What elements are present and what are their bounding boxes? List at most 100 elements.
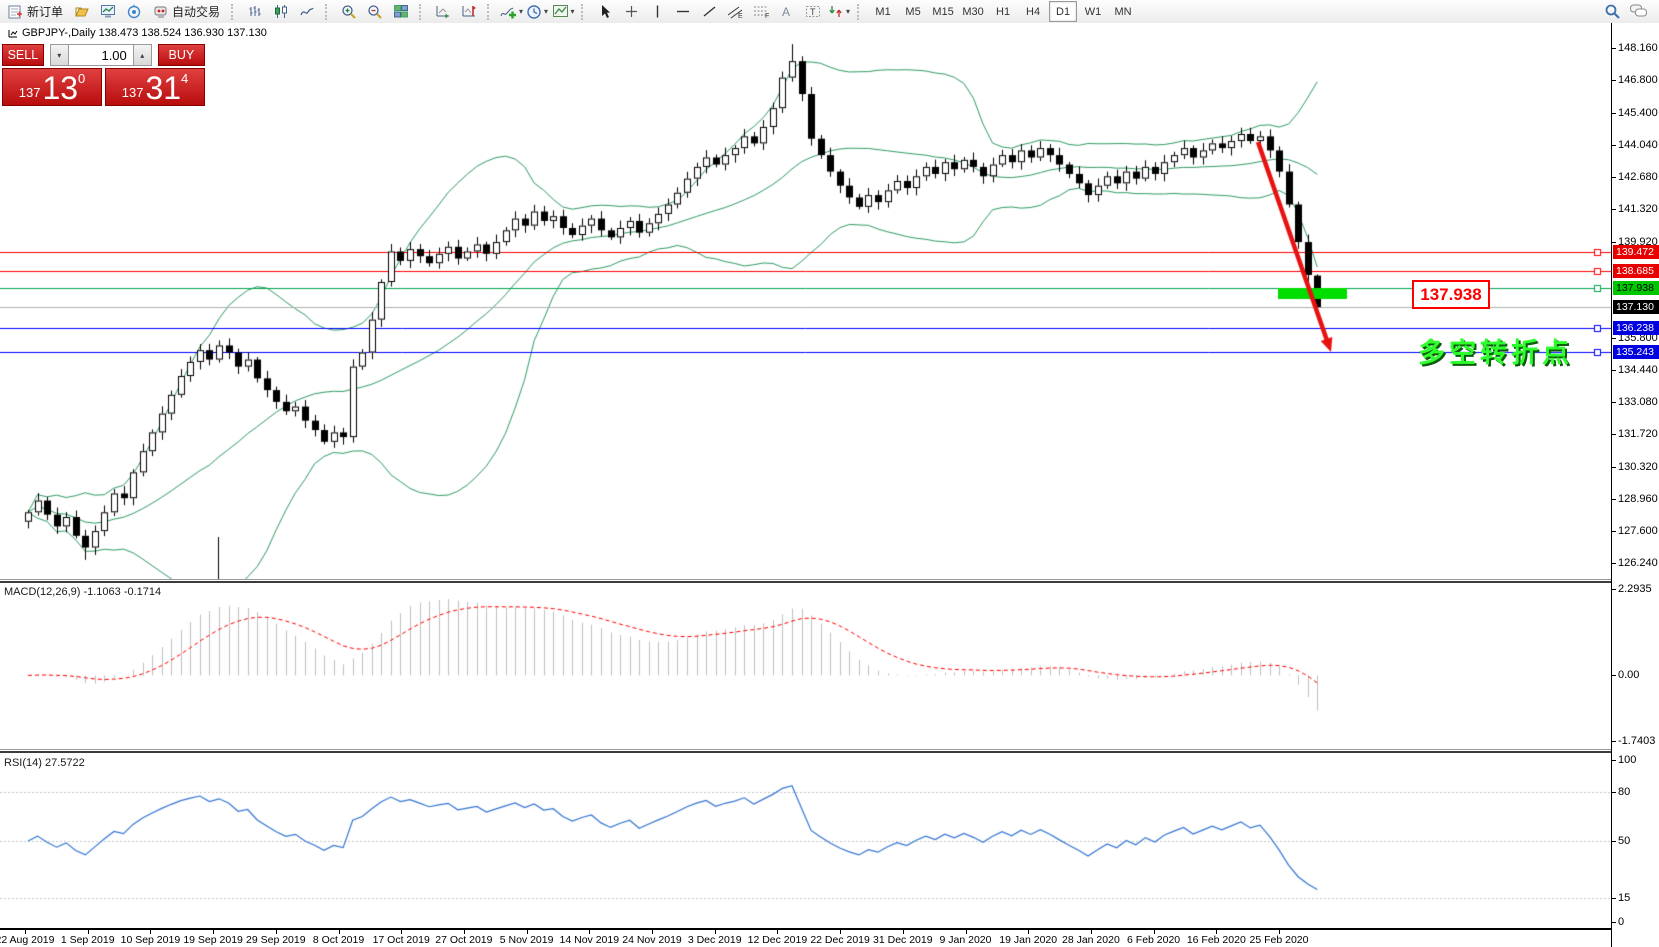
axis-tickmark: [1612, 209, 1616, 210]
level-price-badge: 135.243: [1613, 345, 1659, 359]
auto-scroll-icon[interactable]: [430, 1, 456, 23]
timeframe-group: M1M5M15M30H1H4D1W1MN: [866, 1, 1140, 23]
axis-tickmark: [1612, 922, 1616, 923]
indicators-icon[interactable]: ▾: [498, 1, 524, 23]
text-label-icon[interactable]: T: [800, 1, 826, 23]
chat-icon[interactable]: [1625, 0, 1651, 22]
periods-icon[interactable]: ▾: [524, 1, 550, 23]
axis-tickmark: [1612, 113, 1616, 114]
market-watch-icon[interactable]: [95, 1, 121, 23]
sell-button[interactable]: SELL: [2, 44, 44, 66]
auto-trading-button[interactable]: 自动交易: [147, 1, 226, 23]
search-icon[interactable]: [1599, 0, 1625, 22]
rsi-indicator-label: RSI(14) 27.5722: [4, 757, 85, 769]
timeframe-M5[interactable]: M5: [899, 1, 927, 22]
data-folder-icon[interactable]: [69, 1, 95, 23]
price-tick: 128.960: [1618, 493, 1659, 505]
axis-tickmark: [1612, 499, 1616, 500]
line-chart-icon[interactable]: [294, 1, 320, 23]
volume-down-button[interactable]: ▾: [50, 44, 69, 66]
tile-windows-icon[interactable]: [388, 1, 414, 23]
date-tickmark: [715, 930, 716, 934]
date-label: 22 Dec 2019: [810, 934, 870, 946]
timeframe-M15[interactable]: M15: [929, 1, 957, 22]
crosshair-icon[interactable]: [618, 1, 644, 23]
text-icon[interactable]: A: [774, 1, 800, 23]
candlestick-chart-icon[interactable]: [268, 1, 294, 23]
date-axis[interactable]: 22 Aug 20191 Sep 201910 Sep 201919 Sep 2…: [0, 928, 1611, 947]
date-tickmark: [213, 930, 214, 934]
cursor-icon[interactable]: [592, 1, 618, 23]
buy-price-pip: 4: [181, 73, 188, 85]
axis-tickmark: [1612, 145, 1616, 146]
date-label: 24 Nov 2019: [622, 934, 682, 946]
date-label: 25 Feb 2020: [1250, 934, 1309, 946]
axis-tickmark: [1612, 675, 1616, 676]
new-order-button[interactable]: 新订单: [2, 1, 69, 23]
date-label: 27 Oct 2019: [435, 934, 492, 946]
date-tickmark: [1028, 930, 1029, 934]
arrows-icon[interactable]: ▾: [826, 1, 852, 23]
date-tickmark: [652, 930, 653, 934]
horizontal-line-icon[interactable]: [670, 1, 696, 23]
bar-chart-icon[interactable]: [242, 1, 268, 23]
fibonacci-icon[interactable]: F: [748, 1, 774, 23]
date-label: 29 Sep 2019: [246, 934, 306, 946]
date-tickmark: [464, 930, 465, 934]
timeframe-H1[interactable]: H1: [989, 1, 1017, 22]
price-axis[interactable]: 148.160146.800145.400144.040142.680141.3…: [1611, 23, 1659, 947]
axis-tickmark: [1612, 467, 1616, 468]
volume-input[interactable]: [69, 44, 133, 66]
equidistant-channel-icon[interactable]: E: [722, 1, 748, 23]
date-tickmark: [589, 930, 590, 934]
timeframe-W1[interactable]: W1: [1079, 1, 1107, 22]
date-label: 19 Sep 2019: [183, 934, 243, 946]
auto-trading-icon: [153, 4, 168, 19]
buy-button[interactable]: BUY: [158, 44, 205, 66]
date-tickmark: [1216, 930, 1217, 934]
templates-icon[interactable]: ▾: [550, 1, 576, 23]
rsi-tick: 80: [1618, 786, 1659, 798]
navigator-icon[interactable]: [121, 1, 147, 23]
date-label: 6 Feb 2020: [1127, 934, 1180, 946]
toolbar-group-zoom: [334, 1, 416, 23]
timeframe-MN[interactable]: MN: [1109, 1, 1137, 22]
date-tickmark: [339, 930, 340, 934]
date-tickmark: [1154, 930, 1155, 934]
price-tick: 144.040: [1618, 139, 1659, 151]
macd-panel-canvas[interactable]: [0, 583, 1611, 749]
toolbar-grip: [419, 4, 425, 20]
timeframe-D1[interactable]: D1: [1049, 1, 1077, 22]
zoom-in-icon[interactable]: [336, 1, 362, 23]
date-tickmark: [150, 930, 151, 934]
timeframe-M30[interactable]: M30: [959, 1, 987, 22]
zoom-out-icon[interactable]: [362, 1, 388, 23]
chart-title-icon: [8, 29, 18, 38]
volume-up-button[interactable]: ▴: [133, 44, 152, 66]
vertical-line-icon[interactable]: [644, 1, 670, 23]
price-tick: 142.680: [1618, 171, 1659, 183]
macd-tick: 2.2935: [1618, 583, 1659, 595]
axis-tickmark: [1612, 563, 1616, 564]
macd-indicator-label: MACD(12,26,9) -1.1063 -0.1714: [4, 586, 161, 598]
sell-price-prefix: 137: [19, 83, 41, 103]
rsi-tick: 15: [1618, 892, 1659, 904]
chart-shift-icon[interactable]: [456, 1, 482, 23]
rsi-panel-canvas[interactable]: [0, 753, 1611, 926]
buy-price-display[interactable]: 137 31 4: [105, 68, 205, 106]
date-label: 8 Oct 2019: [313, 934, 364, 946]
date-tickmark: [903, 930, 904, 934]
svg-text:T: T: [810, 7, 816, 17]
toolbar-grip: [231, 4, 237, 20]
trendline-icon[interactable]: [696, 1, 722, 23]
date-label: 12 Dec 2019: [748, 934, 808, 946]
main-chart-canvas[interactable]: [0, 23, 1611, 579]
price-tick: 145.400: [1618, 107, 1659, 119]
sell-price-display[interactable]: 137 13 0: [2, 68, 102, 106]
timeframe-H4[interactable]: H4: [1019, 1, 1047, 22]
timeframe-M1[interactable]: M1: [869, 1, 897, 22]
axis-tickmark: [1612, 589, 1616, 590]
toolbar-grip: [857, 4, 863, 20]
chart-symbol-title: GBPJPY-,Daily 138.473 138.524 136.930 13…: [8, 27, 267, 39]
price-tick: 133.080: [1618, 396, 1659, 408]
